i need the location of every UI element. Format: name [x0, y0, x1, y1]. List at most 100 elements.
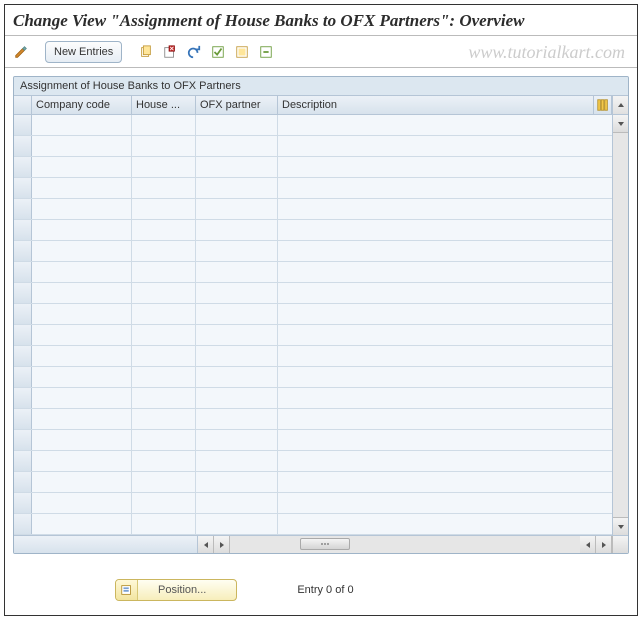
- cell-description[interactable]: [278, 346, 612, 366]
- row-selector[interactable]: [14, 283, 32, 303]
- cell-description[interactable]: [278, 283, 612, 303]
- cell-company-code[interactable]: [32, 199, 132, 219]
- col-header-description[interactable]: Description: [278, 96, 594, 114]
- cell-ofx-partner[interactable]: [196, 157, 278, 177]
- row-selector[interactable]: [14, 304, 32, 324]
- cell-description[interactable]: [278, 115, 612, 135]
- row-selector[interactable]: [14, 514, 32, 534]
- position-button[interactable]: Position...: [115, 579, 237, 601]
- cell-company-code[interactable]: [32, 346, 132, 366]
- cell-company-code[interactable]: [32, 430, 132, 450]
- cell-description[interactable]: [278, 178, 612, 198]
- cell-house[interactable]: [132, 262, 196, 282]
- row-selector[interactable]: [14, 157, 32, 177]
- cell-house[interactable]: [132, 241, 196, 261]
- row-selector[interactable]: [14, 241, 32, 261]
- row-selector-header[interactable]: [14, 96, 32, 114]
- cell-description[interactable]: [278, 472, 612, 492]
- cell-company-code[interactable]: [32, 472, 132, 492]
- cell-ofx-partner[interactable]: [196, 115, 278, 135]
- cell-description[interactable]: [278, 262, 612, 282]
- cell-ofx-partner[interactable]: [196, 451, 278, 471]
- cell-description[interactable]: [278, 241, 612, 261]
- row-selector[interactable]: [14, 178, 32, 198]
- cell-house[interactable]: [132, 304, 196, 324]
- cell-house[interactable]: [132, 178, 196, 198]
- row-selector[interactable]: [14, 409, 32, 429]
- cell-ofx-partner[interactable]: [196, 388, 278, 408]
- row-selector[interactable]: [14, 430, 32, 450]
- cell-ofx-partner[interactable]: [196, 325, 278, 345]
- scroll-right-button[interactable]: [596, 536, 612, 553]
- col-header-company-code[interactable]: Company code: [32, 96, 132, 114]
- cell-house[interactable]: [132, 430, 196, 450]
- row-selector[interactable]: [14, 346, 32, 366]
- col-header-house[interactable]: House ...: [132, 96, 196, 114]
- cell-house[interactable]: [132, 220, 196, 240]
- row-selector[interactable]: [14, 220, 32, 240]
- cell-ofx-partner[interactable]: [196, 472, 278, 492]
- cell-description[interactable]: [278, 304, 612, 324]
- cell-company-code[interactable]: [32, 283, 132, 303]
- cell-ofx-partner[interactable]: [196, 220, 278, 240]
- cell-description[interactable]: [278, 220, 612, 240]
- cell-ofx-partner[interactable]: [196, 178, 278, 198]
- cell-house[interactable]: [132, 388, 196, 408]
- scroll-right-step-button[interactable]: [214, 536, 230, 553]
- cell-description[interactable]: [278, 136, 612, 156]
- copy-as-icon[interactable]: [136, 42, 156, 62]
- row-selector[interactable]: [14, 493, 32, 513]
- new-entries-button[interactable]: New Entries: [45, 41, 122, 63]
- cell-company-code[interactable]: [32, 178, 132, 198]
- scroll-up-button[interactable]: [612, 96, 628, 114]
- scroll-down-button[interactable]: [613, 517, 629, 535]
- col-header-ofx-partner[interactable]: OFX partner: [196, 96, 278, 114]
- cell-ofx-partner[interactable]: [196, 199, 278, 219]
- row-selector[interactable]: [14, 325, 32, 345]
- cell-description[interactable]: [278, 451, 612, 471]
- cell-house[interactable]: [132, 493, 196, 513]
- row-selector[interactable]: [14, 451, 32, 471]
- cell-house[interactable]: [132, 157, 196, 177]
- cell-house[interactable]: [132, 325, 196, 345]
- cell-company-code[interactable]: [32, 262, 132, 282]
- cell-company-code[interactable]: [32, 115, 132, 135]
- row-selector[interactable]: [14, 262, 32, 282]
- delete-icon[interactable]: [160, 42, 180, 62]
- row-selector[interactable]: [14, 472, 32, 492]
- cell-house[interactable]: [132, 283, 196, 303]
- cell-company-code[interactable]: [32, 409, 132, 429]
- cell-company-code[interactable]: [32, 514, 132, 534]
- cell-description[interactable]: [278, 199, 612, 219]
- select-all-icon[interactable]: [208, 42, 228, 62]
- scroll-left-step-button[interactable]: [580, 536, 596, 553]
- row-selector[interactable]: [14, 115, 32, 135]
- cell-house[interactable]: [132, 514, 196, 534]
- cell-description[interactable]: [278, 514, 612, 534]
- scroll-down-arrow-top[interactable]: [613, 115, 629, 133]
- hscroll-track[interactable]: [230, 536, 580, 553]
- cell-ofx-partner[interactable]: [196, 136, 278, 156]
- cell-company-code[interactable]: [32, 157, 132, 177]
- cell-company-code[interactable]: [32, 136, 132, 156]
- cell-description[interactable]: [278, 325, 612, 345]
- cell-ofx-partner[interactable]: [196, 493, 278, 513]
- cell-description[interactable]: [278, 157, 612, 177]
- cell-house[interactable]: [132, 409, 196, 429]
- cell-ofx-partner[interactable]: [196, 514, 278, 534]
- cell-house[interactable]: [132, 136, 196, 156]
- cell-house[interactable]: [132, 346, 196, 366]
- deselect-all-icon[interactable]: [256, 42, 276, 62]
- toggle-change-icon[interactable]: [11, 42, 31, 62]
- cell-company-code[interactable]: [32, 493, 132, 513]
- cell-description[interactable]: [278, 430, 612, 450]
- cell-ofx-partner[interactable]: [196, 262, 278, 282]
- cell-house[interactable]: [132, 451, 196, 471]
- cell-description[interactable]: [278, 409, 612, 429]
- configure-columns-icon[interactable]: [594, 96, 612, 114]
- cell-ofx-partner[interactable]: [196, 409, 278, 429]
- row-selector[interactable]: [14, 136, 32, 156]
- select-block-icon[interactable]: [232, 42, 252, 62]
- cell-ofx-partner[interactable]: [196, 367, 278, 387]
- cell-description[interactable]: [278, 388, 612, 408]
